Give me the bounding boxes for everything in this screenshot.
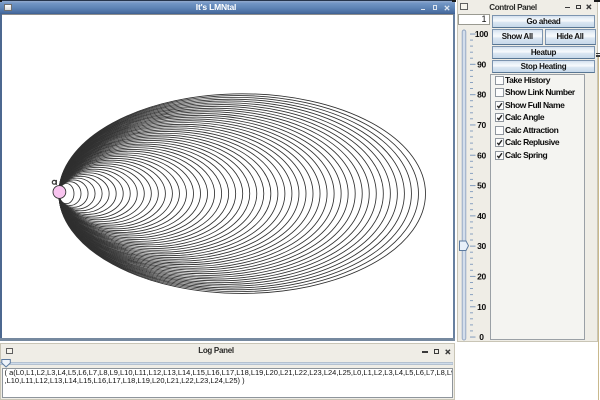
svg-text:0: 0 <box>479 332 484 342</box>
svg-text:60: 60 <box>477 150 486 160</box>
svg-text:50: 50 <box>477 181 486 191</box>
svg-text:70: 70 <box>477 120 486 130</box>
svg-text:20: 20 <box>477 272 486 282</box>
svg-text:90: 90 <box>477 59 486 69</box>
svg-text:80: 80 <box>477 90 486 100</box>
svg-text:10: 10 <box>477 302 486 312</box>
svg-text:100: 100 <box>475 29 489 39</box>
svg-text:40: 40 <box>477 211 486 221</box>
svg-text:30: 30 <box>477 241 486 251</box>
